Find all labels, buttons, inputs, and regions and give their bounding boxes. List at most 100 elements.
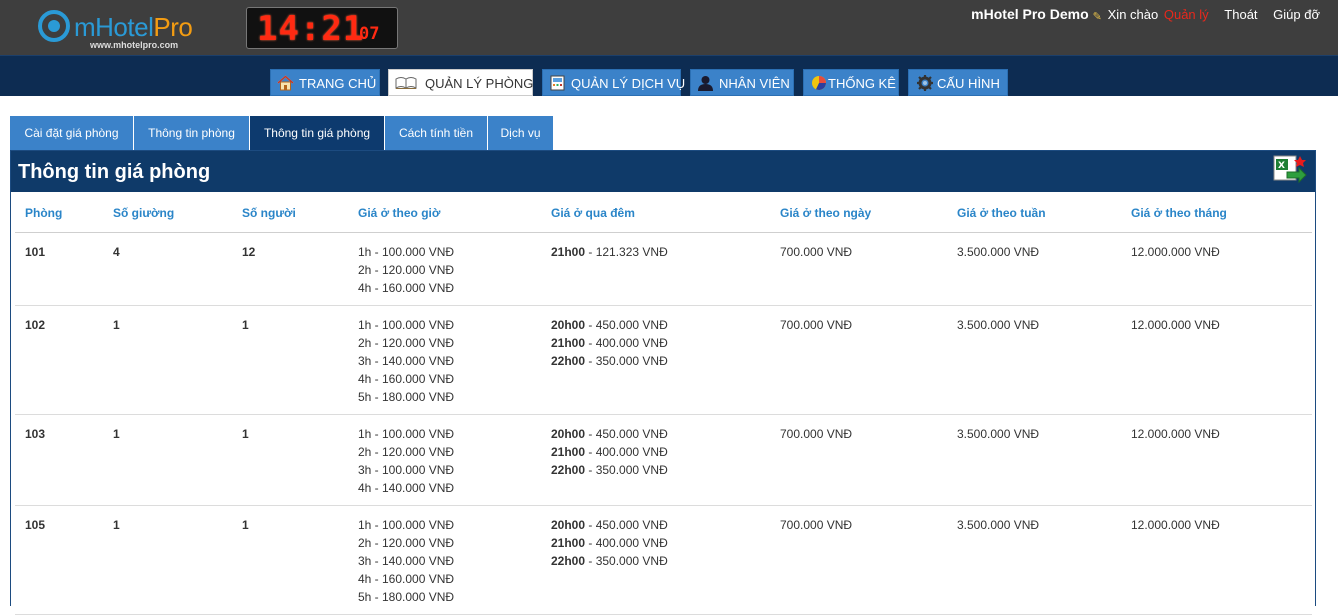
nav-item-room-management[interactable]: QUẢN LÝ PHÒNG <box>388 69 533 96</box>
nav-label-staff: NHÂN VIÊN <box>719 76 790 91</box>
table-row[interactable]: 105 1 1 1h - 100.000 VNĐ 2h - 120.000 VN… <box>15 505 1312 615</box>
cell-overnight: 21h00 - 121.323 VNĐ <box>541 232 770 306</box>
cell-weekly: 3.500.000 VNĐ <box>947 305 1121 415</box>
top-header: mHotelPro www.mhotelpro.com 14:21 07 mHo… <box>0 0 1338 55</box>
cell-people: 12 <box>232 232 348 306</box>
hourly-price: 2h - 120.000 VNĐ <box>358 262 455 277</box>
table-row[interactable]: 103 1 1 1h - 100.000 VNĐ 2h - 120.000 VN… <box>15 414 1312 506</box>
nav-item-home[interactable]: TRANG CHỦ <box>270 69 380 96</box>
overnight-amount: - 400.000 VNĐ <box>585 335 668 350</box>
cell-hourly: 1h - 100.000 VNĐ 2h - 120.000 VNĐ 3h - 1… <box>348 505 541 615</box>
cell-people: 1 <box>232 414 348 506</box>
table-row[interactable]: 101 4 12 1h - 100.000 VNĐ 2h - 120.000 V… <box>15 232 1312 306</box>
hourly-price: 3h - 140.000 VNĐ <box>358 353 455 368</box>
table-row[interactable]: 102 1 1 1h - 100.000 VNĐ 2h - 120.000 VN… <box>15 305 1312 415</box>
excel-export-icon[interactable]: X <box>1273 154 1307 184</box>
nav-item-settings[interactable]: CẤU HÌNH <box>908 69 1008 96</box>
hourly-price: 4h - 160.000 VNĐ <box>358 571 455 586</box>
digital-clock: 14:21 07 <box>246 7 398 49</box>
cell-room: 103 <box>15 414 103 506</box>
app-name: mHotel Pro Demo <box>971 6 1089 22</box>
cell-room: 101 <box>15 232 103 306</box>
overnight-time: 21h00 <box>551 244 586 259</box>
cell-overnight: 20h00 - 450.000 VNĐ 21h00 - 400.000 VNĐ … <box>541 305 770 415</box>
panel-header: Thông tin giá phòng X <box>11 151 1315 192</box>
user-name-link[interactable]: Quản lý <box>1164 7 1209 22</box>
overnight-amount: - 400.000 VNĐ <box>585 535 668 550</box>
nav-label-room-management: QUẢN LÝ PHÒNG <box>425 76 534 91</box>
cell-daily: 700.000 VNĐ <box>770 232 947 306</box>
gear-icon <box>917 75 933 91</box>
overnight-amount: - 350.000 VNĐ <box>585 353 668 368</box>
logo-text: mHotelPro <box>74 12 193 43</box>
overnight-price: 20h00 - 450.000 VNĐ <box>551 516 770 534</box>
hourly-price: 2h - 120.000 VNĐ <box>358 444 455 459</box>
service-icon <box>550 75 565 91</box>
col-header-overnight: Giá ở qua đêm <box>541 195 770 233</box>
cell-hourly: 1h - 100.000 VNĐ 2h - 120.000 VNĐ 4h - 1… <box>348 232 541 306</box>
cell-overnight: 20h00 - 450.000 VNĐ 21h00 - 400.000 VNĐ … <box>541 505 770 615</box>
cell-room: 102 <box>15 305 103 415</box>
cell-monthly: 12.000.000 VNĐ <box>1121 232 1312 306</box>
overnight-amount: - 350.000 VNĐ <box>585 462 668 477</box>
tab-room-info[interactable]: Thông tin phòng <box>134 116 250 150</box>
overnight-price: 22h00 - 350.000 VNĐ <box>551 352 770 370</box>
overnight-time: 21h00 <box>551 335 586 350</box>
panel-title: Thông tin giá phòng <box>18 161 211 183</box>
col-header-beds: Số giường <box>103 195 232 233</box>
tab-room-price-settings[interactable]: Cài đặt giá phòng <box>10 116 134 150</box>
cell-hourly: 1h - 100.000 VNĐ 2h - 120.000 VNĐ 3h - 1… <box>348 305 541 415</box>
overnight-time: 20h00 <box>551 517 586 532</box>
hourly-price: 4h - 160.000 VNĐ <box>358 371 455 386</box>
logout-link[interactable]: Thoát <box>1224 7 1257 22</box>
hourly-price: 4h - 140.000 VNĐ <box>358 480 455 495</box>
cell-monthly: 12.000.000 VNĐ <box>1121 414 1312 506</box>
overnight-price: 22h00 - 350.000 VNĐ <box>551 461 770 479</box>
cell-weekly: 3.500.000 VNĐ <box>947 414 1121 506</box>
overnight-amount: - 121.323 VNĐ <box>585 244 668 259</box>
col-header-room: Phòng <box>15 195 103 233</box>
tab-services[interactable]: Dịch vụ <box>488 116 554 150</box>
overnight-amount: - 450.000 VNĐ <box>585 517 668 532</box>
overnight-time: 21h00 <box>551 535 586 550</box>
tab-room-price-info[interactable]: Thông tin giá phòng <box>250 116 385 150</box>
nav-label-statistics: THỐNG KÊ <box>828 76 896 91</box>
overnight-time: 22h00 <box>551 353 586 368</box>
cell-people: 1 <box>232 305 348 415</box>
nav-item-staff[interactable]: NHÂN VIÊN <box>690 69 794 96</box>
hourly-price: 2h - 120.000 VNĐ <box>358 335 455 350</box>
overnight-price: 21h00 - 121.323 VNĐ <box>551 243 770 261</box>
nav-item-service-management[interactable]: QUẢN LÝ DỊCH VỤ <box>542 69 685 96</box>
logo[interactable]: mHotelPro www.mhotelpro.com <box>38 8 218 52</box>
cell-beds: 4 <box>103 232 232 306</box>
help-link[interactable]: Giúp đỡ <box>1273 7 1320 22</box>
staff-icon <box>698 76 713 91</box>
hourly-price: 5h - 180.000 VNĐ <box>358 389 455 404</box>
tab-billing-method[interactable]: Cách tính tiền <box>385 116 488 150</box>
hourly-price: 1h - 100.000 VNĐ <box>358 317 455 332</box>
hourly-price: 5h - 180.000 VNĐ <box>358 589 455 604</box>
overnight-amount: - 400.000 VNĐ <box>585 444 668 459</box>
nav-label-settings: CẤU HÌNH <box>937 76 1000 91</box>
overnight-time: 22h00 <box>551 553 586 568</box>
overnight-price: 21h00 - 400.000 VNĐ <box>551 443 770 461</box>
overnight-price: 21h00 - 400.000 VNĐ <box>551 334 770 352</box>
cell-daily: 700.000 VNĐ <box>770 414 947 506</box>
overnight-amount: - 450.000 VNĐ <box>585 317 668 332</box>
nav-label-home: TRANG CHỦ <box>299 76 377 91</box>
hourly-price: 1h - 100.000 VNĐ <box>358 244 455 259</box>
overnight-price: 20h00 - 450.000 VNĐ <box>551 425 770 443</box>
cell-monthly: 12.000.000 VNĐ <box>1121 305 1312 415</box>
cell-monthly: 12.000.000 VNĐ <box>1121 505 1312 615</box>
book-icon <box>395 77 417 89</box>
nav-item-statistics[interactable]: THỐNG KÊ <box>803 69 899 96</box>
key-icon: ✎ <box>1092 11 1102 23</box>
hourly-price: 2h - 120.000 VNĐ <box>358 535 455 550</box>
cell-beds: 1 <box>103 305 232 415</box>
overnight-price: 21h00 - 400.000 VNĐ <box>551 534 770 552</box>
cell-beds: 1 <box>103 414 232 506</box>
overnight-amount: - 350.000 VNĐ <box>585 553 668 568</box>
cell-people: 1 <box>232 505 348 615</box>
hourly-price: 4h - 160.000 VNĐ <box>358 280 455 295</box>
home-icon <box>277 75 294 91</box>
